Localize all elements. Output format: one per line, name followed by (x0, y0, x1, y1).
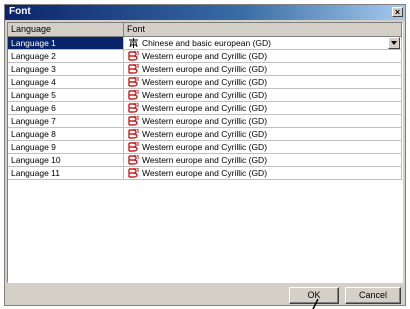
font-cell[interactable]: Western europe and Cyrillic (GD) (124, 167, 402, 180)
table-row[interactable]: Language 11 Western europe and Cyrillic (… (8, 167, 402, 180)
font-label: Western europe and Cyrillic (GD) (142, 90, 268, 100)
language-cell[interactable]: Language 2 (8, 50, 124, 63)
font-label: Western europe and Cyrillic (GD) (142, 51, 268, 61)
table-row[interactable]: Language 10 Western europe and Cyrillic (… (8, 154, 402, 167)
font-label: Western europe and Cyrillic (GD) (142, 103, 268, 113)
column-header-language[interactable]: Language (8, 23, 124, 37)
table-row[interactable]: Language 3 Western europe and Cyrillic (G… (8, 63, 402, 76)
font-b-icon (128, 168, 139, 178)
font-cell[interactable]: Chinese and basic european (GD) (124, 37, 402, 50)
table-row[interactable]: Language 8 Western europe and Cyrillic (G… (8, 128, 402, 141)
font-label: Western europe and Cyrillic (GD) (142, 142, 268, 152)
font-cell[interactable]: Western europe and Cyrillic (GD) (124, 141, 402, 154)
language-cell[interactable]: Language 10 (8, 154, 124, 167)
table-row[interactable]: Language 4 Western europe and Cyrillic (G… (8, 76, 402, 89)
font-b-icon (128, 64, 139, 74)
font-cell[interactable]: Western europe and Cyrillic (GD) (124, 154, 402, 167)
language-cell[interactable]: Language 11 (8, 167, 124, 180)
font-label: Western europe and Cyrillic (GD) (142, 116, 268, 126)
close-icon: × (394, 7, 401, 17)
language-cell[interactable]: Language 9 (8, 141, 124, 154)
font-label: Western europe and Cyrillic (GD) (142, 155, 268, 165)
table-row[interactable]: Language 1 Chinese and basic european (GD… (8, 37, 402, 50)
font-b-icon (128, 77, 139, 87)
window-title: Font (9, 6, 31, 17)
font-cell[interactable]: Western europe and Cyrillic (GD) (124, 76, 402, 89)
font-grid: Language Font Language 1 Chinese and basi… (7, 22, 403, 283)
close-button[interactable]: × (392, 7, 403, 17)
font-label: Western europe and Cyrillic (GD) (142, 64, 268, 74)
column-header-font[interactable]: Font (124, 23, 402, 37)
font-label: Chinese and basic european (GD) (142, 38, 271, 48)
chinese-char-icon (129, 38, 138, 48)
font-b-icon (128, 51, 139, 61)
font-cell[interactable]: Western europe and Cyrillic (GD) (124, 128, 402, 141)
mouse-cursor-icon (312, 299, 319, 309)
table-row[interactable]: Language 6 Western europe and Cyrillic (G… (8, 102, 402, 115)
font-b-icon (128, 90, 139, 100)
font-b-icon (128, 116, 139, 126)
table-row[interactable]: Language 2 Western europe and Cyrillic (G… (8, 50, 402, 63)
font-cell[interactable]: Western europe and Cyrillic (GD) (124, 115, 402, 128)
font-label: Western europe and Cyrillic (GD) (142, 129, 268, 139)
language-cell[interactable]: Language 3 (8, 63, 124, 76)
language-cell[interactable]: Language 5 (8, 89, 124, 102)
font-b-icon (128, 129, 139, 139)
font-b-icon (128, 103, 139, 113)
cancel-button[interactable]: Cancel (345, 287, 401, 304)
font-cell[interactable]: Western europe and Cyrillic (GD) (124, 63, 402, 76)
font-b-icon (128, 142, 139, 152)
title-bar[interactable]: Font × (5, 5, 405, 20)
font-cell[interactable]: Western europe and Cyrillic (GD) (124, 89, 402, 102)
font-cell[interactable]: Western europe and Cyrillic (GD) (124, 102, 402, 115)
font-label: Western europe and Cyrillic (GD) (142, 77, 268, 87)
language-cell[interactable]: Language 1 (8, 37, 124, 50)
table-row[interactable]: Language 7 Western europe and Cyrillic (G… (8, 115, 402, 128)
font-b-icon (128, 155, 139, 165)
table-row[interactable]: Language 5 Western europe and Cyrillic (G… (8, 89, 402, 102)
language-cell[interactable]: Language 6 (8, 102, 124, 115)
language-cell[interactable]: Language 8 (8, 128, 124, 141)
table-row[interactable]: Language 9 Western europe and Cyrillic (G… (8, 141, 402, 154)
font-label: Western europe and Cyrillic (GD) (142, 168, 268, 178)
font-dialog: Font × Language Font Language 1 Chinese a… (4, 4, 406, 306)
font-cell[interactable]: Western europe and Cyrillic (GD) (124, 50, 402, 63)
language-cell[interactable]: Language 4 (8, 76, 124, 89)
language-cell[interactable]: Language 7 (8, 115, 124, 128)
dropdown-button[interactable] (388, 37, 400, 49)
chevron-down-icon (391, 41, 397, 45)
